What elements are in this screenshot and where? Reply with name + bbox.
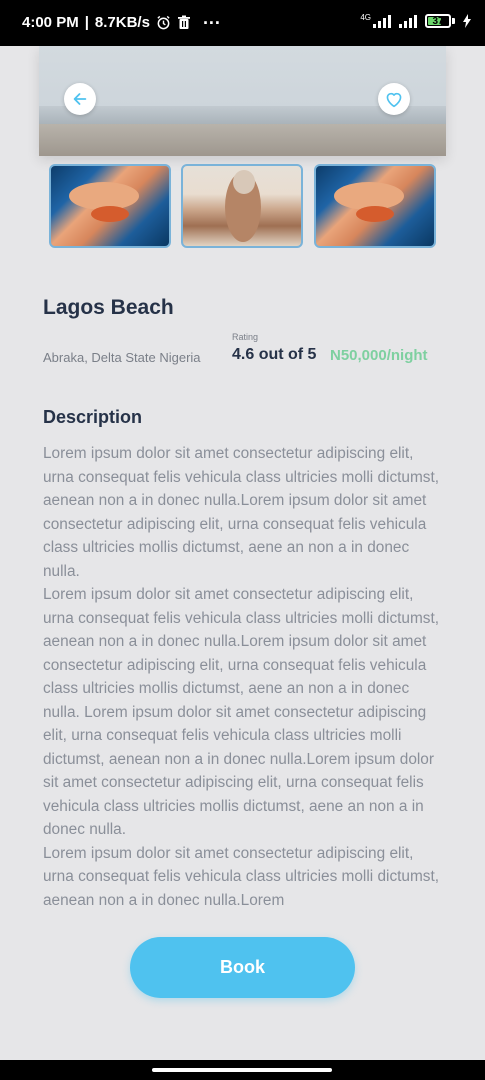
home-indicator[interactable] <box>152 1068 332 1072</box>
network-speed: 8.7KB/s <box>94 14 150 31</box>
thumbnail-strip <box>49 164 437 248</box>
description-text: Lorem ipsum dolor sit amet consectetur a… <box>43 445 440 909</box>
thumbnail-2[interactable] <box>181 164 303 248</box>
rating-value: 4.6 out of 5 <box>232 346 317 363</box>
signal-icon <box>373 14 391 28</box>
description-scroll-area[interactable]: Lorem ipsum dolor sit amet consectetur a… <box>43 442 448 935</box>
status-bar: 4:00 PM | 8.7KB/s ··· 4G 37 <box>0 0 485 46</box>
more-icon: ··· <box>202 12 221 33</box>
signal-icon-2 <box>399 14 417 28</box>
place-location: Abraka, Delta State Nigeria <box>43 350 201 365</box>
thumbnail-3[interactable] <box>314 164 436 248</box>
alarm-icon <box>157 15 170 30</box>
back-arrow-icon <box>73 93 87 105</box>
description-heading: Description <box>43 407 143 427</box>
system-navigation-bar <box>0 1060 485 1080</box>
battery-level: 37 <box>432 15 444 27</box>
status-divider: | <box>84 14 89 31</box>
charging-icon <box>463 14 471 28</box>
favorite-button[interactable] <box>378 83 410 115</box>
battery-icon: 37 <box>425 14 455 28</box>
status-left: 4:00 PM | 8.7KB/s ··· <box>22 12 221 33</box>
trash-icon <box>177 15 190 29</box>
price-per-night: N50,000/night <box>330 347 428 364</box>
heart-icon <box>386 92 402 108</box>
status-right: 4G 37 <box>360 12 471 28</box>
book-button[interactable]: Book <box>130 937 355 998</box>
back-button[interactable] <box>64 83 96 115</box>
hero-sand <box>39 124 446 156</box>
place-title: Lagos Beach <box>43 296 174 319</box>
status-time: 4:00 PM <box>22 14 79 31</box>
thumbnail-1[interactable] <box>49 164 171 248</box>
rating-label: Rating <box>232 332 259 342</box>
network-type: 4G <box>360 12 371 22</box>
